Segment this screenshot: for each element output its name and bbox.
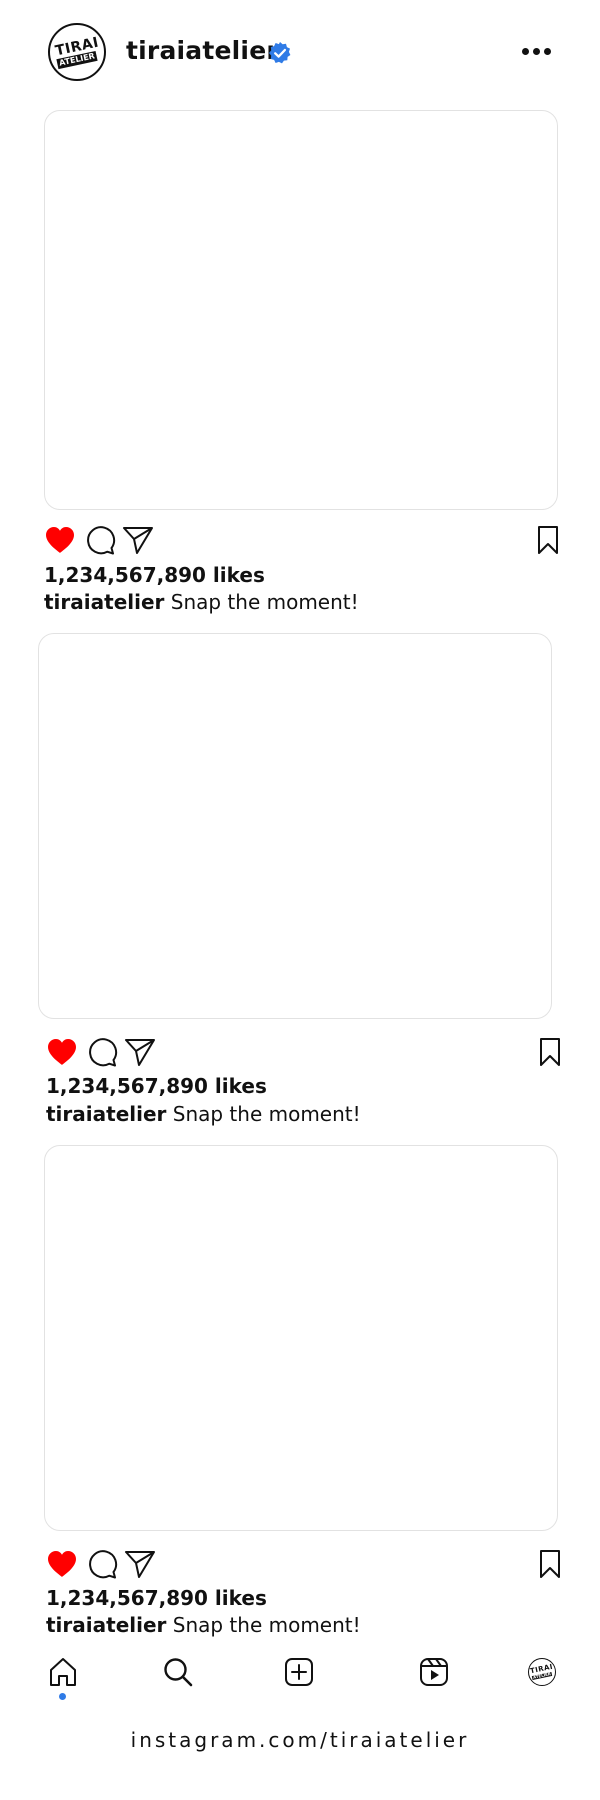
caption-text: Snap the moment! [170,590,359,614]
post-actions [46,1036,566,1068]
comment-icon[interactable] [86,1036,118,1068]
more-options-icon[interactable] [522,44,554,58]
caption-username[interactable]: tiraiatelier [46,1613,166,1637]
caption-text: Snap the moment! [172,1613,361,1637]
post-image[interactable] [44,110,558,510]
profile-url: instagram.com/tiraiatelier [130,1728,470,1752]
verified-badge-icon [269,42,291,64]
profile-nav-avatar[interactable]: TIRAI ATELIER [528,1658,556,1686]
post-image[interactable] [38,633,552,1019]
save-bookmark-icon[interactable] [532,524,564,556]
profile-avatar[interactable]: TIRAI ATELIER [48,23,106,81]
search-icon[interactable] [162,1656,194,1688]
home-icon[interactable] [47,1656,79,1688]
username[interactable]: tiraiatelier [126,36,279,65]
create-post-icon[interactable] [283,1656,315,1688]
caption-text: Snap the moment! [172,1102,361,1126]
save-bookmark-icon[interactable] [534,1548,566,1580]
post-caption: tiraiatelier Snap the moment! [46,1613,361,1637]
share-icon[interactable] [124,1036,156,1068]
post-actions [44,524,564,556]
comment-icon[interactable] [84,524,116,556]
post-image[interactable] [44,1145,558,1531]
save-bookmark-icon[interactable] [534,1036,566,1068]
likes-count[interactable]: 1,234,567,890 likes [46,1074,267,1098]
like-heart-icon[interactable] [44,524,76,556]
comment-icon[interactable] [86,1548,118,1580]
share-icon[interactable] [122,524,154,556]
like-heart-icon[interactable] [46,1548,78,1580]
like-heart-icon[interactable] [46,1036,78,1068]
caption-username[interactable]: tiraiatelier [44,590,164,614]
post-header: TIRAI ATELIER tiraiatelier [0,0,600,110]
likes-count[interactable]: 1,234,567,890 likes [44,563,265,587]
reels-icon[interactable] [418,1656,450,1688]
share-icon[interactable] [124,1548,156,1580]
likes-count[interactable]: 1,234,567,890 likes [46,1586,267,1610]
active-tab-indicator [59,1693,66,1700]
post-actions [46,1548,566,1580]
caption-username[interactable]: tiraiatelier [46,1102,166,1126]
post-caption: tiraiatelier Snap the moment! [46,1102,361,1126]
post-caption: tiraiatelier Snap the moment! [44,590,359,614]
